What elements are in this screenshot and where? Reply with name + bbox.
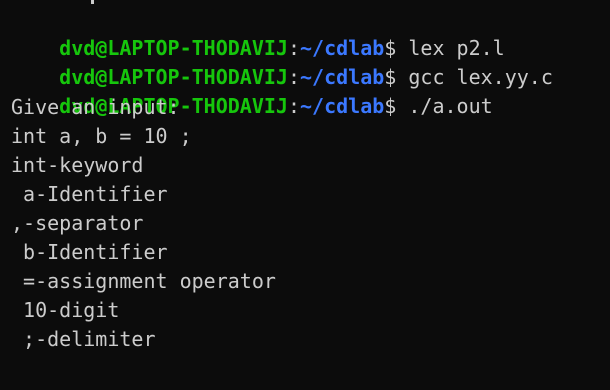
output-line: 10-digit bbox=[11, 298, 120, 322]
output-line: ;-delimiter bbox=[11, 327, 156, 351]
prompt-separator: : bbox=[287, 94, 300, 118]
output-line: int a, b = 10 ; bbox=[11, 124, 192, 148]
text-fragment bbox=[91, 0, 94, 4]
prompt-line: dvd@LAPTOP-THODAVIJ:~/cdlab$ ./a.out bbox=[11, 64, 493, 118]
command-text: ./a.out bbox=[396, 94, 493, 118]
prompt-line: dvd@LAPTOP-THODAVIJ:~/cdlab$ lex p2.l bbox=[11, 6, 505, 60]
output-line: b-Identifier bbox=[11, 240, 168, 264]
output-line: =-assignment operator bbox=[11, 269, 276, 293]
prompt-sign: $ bbox=[384, 94, 397, 118]
output-line: Give an input: bbox=[11, 95, 180, 119]
prompt-line: dvd@LAPTOP-THODAVIJ:~/cdlab$ gcc lex.yy.… bbox=[11, 35, 553, 89]
output-line: a-Identifier bbox=[11, 182, 168, 206]
prompt-path: ~/cdlab bbox=[300, 94, 385, 118]
clipped-previous-line bbox=[0, 0, 610, 4]
output-line: ,-separator bbox=[11, 211, 144, 235]
output-line: int-keyword bbox=[11, 153, 144, 177]
terminal-window[interactable]: dvd@LAPTOP-THODAVIJ:~/cdlab$ lex p2.l dv… bbox=[0, 0, 610, 390]
